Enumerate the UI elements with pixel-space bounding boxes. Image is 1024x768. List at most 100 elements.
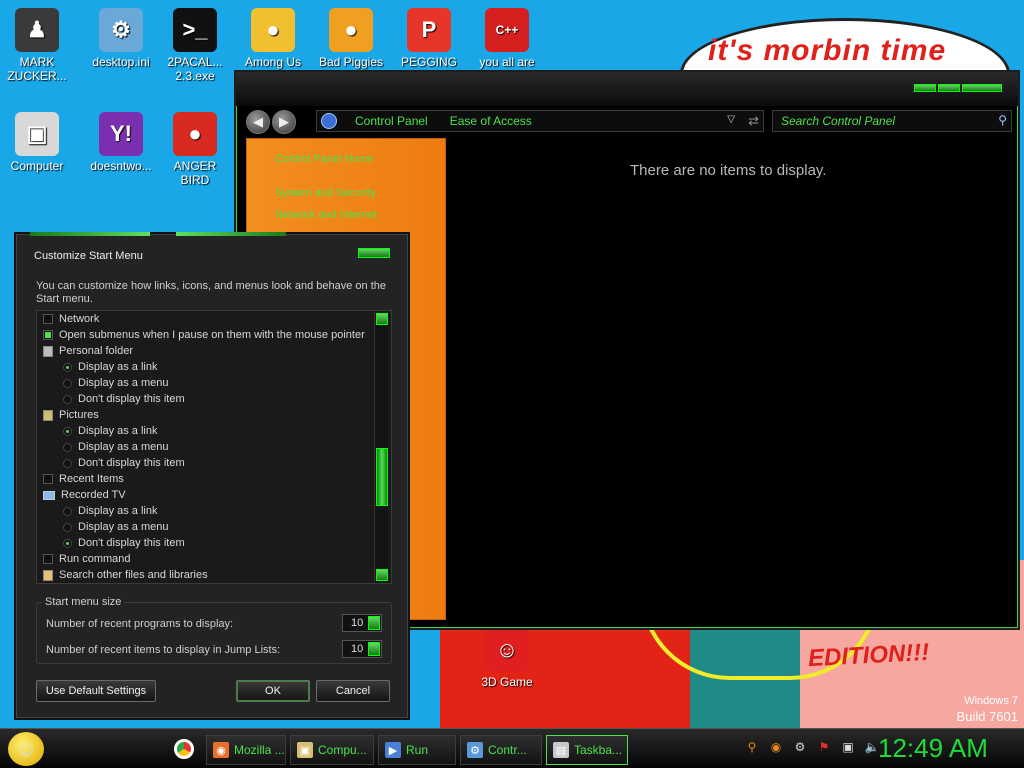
forward-button[interactable]: ▶	[272, 110, 296, 134]
taskbar-item[interactable]: ◉ Mozilla ...	[206, 735, 286, 765]
gear-icon[interactable]: ⚙	[792, 739, 808, 755]
recent-programs-value: 10	[351, 617, 364, 629]
desktop-icon[interactable]: ● Bad Piggies	[314, 8, 388, 69]
radio-option[interactable]: Display as a link	[63, 423, 157, 439]
checkbox-option[interactable]: Run command	[43, 551, 131, 567]
yahoo-icon: Y!	[99, 112, 143, 156]
radio-option[interactable]: Display as a menu	[63, 439, 169, 455]
desktop-icon[interactable]: Y! doesntwo...	[84, 112, 158, 173]
scroll-down-button[interactable]	[376, 569, 388, 581]
search-icon[interactable]: ⚲	[998, 113, 1007, 127]
option-label: Pictures	[59, 409, 99, 421]
option-label: Display as a menu	[78, 521, 169, 533]
jump-list-label: Number of recent items to display in Jum…	[46, 644, 281, 656]
checkbox[interactable]	[43, 474, 53, 484]
desktop-icon[interactable]: >_ 2PACAL... 2.3.exe	[158, 8, 232, 83]
radio-button[interactable]	[63, 458, 72, 468]
taskbar-item[interactable]: ⚙ Contr...	[460, 735, 542, 765]
breadcrumb-control-panel[interactable]: Control Panel	[355, 114, 428, 128]
radio-option[interactable]: Display as a link	[63, 359, 157, 375]
desktop-icon[interactable]: ☺ 3D Game	[470, 628, 544, 689]
dialog-description: You can customize how links, icons, and …	[36, 280, 386, 305]
back-button[interactable]: ◀	[246, 110, 270, 134]
stepper-arrows-icon[interactable]	[368, 642, 380, 656]
dialog-close-button[interactable]	[358, 248, 390, 258]
desktop-icon[interactable]: ● ANGER BIRD	[158, 112, 232, 187]
sidebar-link-home[interactable]: Control Panel Home	[275, 153, 374, 165]
start-menu-options-list[interactable]: Network Open submenus when I pause on the…	[36, 310, 392, 584]
radio-button[interactable]	[63, 362, 72, 372]
desktop-icon[interactable]: C++ you all are	[470, 8, 544, 69]
stepper-arrows-icon[interactable]	[368, 616, 380, 630]
arrow-left-icon: ◀	[253, 114, 263, 129]
radio-option[interactable]: Display as a menu	[63, 519, 169, 535]
radio-option[interactable]: Display as a link	[63, 503, 157, 519]
radio-button[interactable]	[63, 442, 72, 452]
refresh-icon[interactable]: ⇄	[748, 113, 759, 129]
checkbox[interactable]	[43, 554, 53, 564]
radio-option[interactable]: Display as a menu	[63, 375, 169, 391]
chevron-down-icon[interactable]: ▽	[727, 114, 735, 125]
radio-button[interactable]	[63, 378, 72, 388]
desktop-icon[interactable]: ♟ MARK ZUCKER...	[0, 8, 74, 83]
option-group-header: Pictures	[43, 407, 99, 423]
radio-button[interactable]	[63, 394, 72, 404]
close-button[interactable]	[962, 84, 1002, 92]
radio-button[interactable]	[63, 506, 72, 516]
search-icon[interactable]: ⚲	[744, 739, 760, 755]
computer-icon: ▣	[297, 742, 313, 758]
customize-start-menu-dialog[interactable]: Customize Start Menu You can customize h…	[14, 232, 410, 720]
sidebar-link-network-internet[interactable]: Network and Internet	[275, 209, 377, 221]
option-label: Display as a link	[78, 425, 158, 437]
breadcrumb-ease-of-access[interactable]: Ease of Access	[450, 114, 532, 128]
desktop-icon-label: PEGGING	[400, 55, 457, 69]
checkbox[interactable]	[43, 314, 53, 324]
ok-button[interactable]: OK	[236, 680, 310, 702]
taskbar-item[interactable]: ▶ Run	[378, 735, 456, 765]
desktop-icon-label: Bad Piggies	[318, 55, 384, 69]
circle-icon[interactable]: ◉	[768, 739, 784, 755]
radio-option[interactable]: Don't display this item	[63, 535, 185, 551]
control-panel-titlebar[interactable]	[236, 72, 1018, 106]
desktop-icon[interactable]: ▣ Computer	[0, 112, 74, 173]
taskbar: ☺ ◉ Mozilla ... ▣ Compu... ▶ Run ⚙ Contr... ▤ Tas…	[0, 728, 1024, 768]
cancel-button[interactable]: Cancel	[316, 680, 390, 702]
flag-icon[interactable]: ⚑	[816, 739, 832, 755]
desktop-icon[interactable]: P PEGGING	[392, 8, 466, 69]
option-label: Display as a menu	[78, 377, 169, 389]
desktop-icon[interactable]: ● Among Us	[236, 8, 310, 69]
search-input[interactable]: Search Control Panel ⚲	[772, 110, 1012, 132]
firefox-icon: ◉	[213, 742, 229, 758]
radio-button[interactable]	[63, 538, 72, 548]
network-icon[interactable]: ▣	[840, 739, 856, 755]
jump-list-stepper[interactable]: 10	[342, 640, 382, 658]
checkbox[interactable]	[43, 330, 53, 340]
checkbox-option[interactable]: Open submenus when I pause on them with …	[43, 327, 365, 343]
start-button[interactable]: ☺	[8, 732, 44, 766]
checkbox-option[interactable]: Recent Items	[43, 471, 124, 487]
options-scrollbar[interactable]	[374, 312, 388, 582]
recent-programs-stepper[interactable]: 10	[342, 614, 382, 632]
arrow-right-icon: ▶	[279, 114, 289, 129]
desktop-icon[interactable]: ⚙ desktop.ini	[84, 8, 158, 69]
address-bar[interactable]: Control Panel Ease of Access ▽ ⇄	[316, 110, 764, 132]
radio-option[interactable]: Don't display this item	[63, 455, 185, 471]
taskbar-item[interactable]: ▣ Compu...	[290, 735, 374, 765]
radio-button[interactable]	[63, 426, 72, 436]
scroll-up-button[interactable]	[376, 313, 388, 325]
chrome-icon[interactable]	[174, 739, 194, 759]
start-menu-size-title: Start menu size	[42, 596, 125, 608]
radio-button[interactable]	[63, 522, 72, 532]
option-label: Recorded TV	[61, 489, 126, 501]
minimize-button[interactable]	[914, 84, 936, 92]
radio-option[interactable]: Don't display this item	[63, 391, 185, 407]
scrollbar-thumb[interactable]	[376, 448, 388, 506]
taskbar-item[interactable]: ▤ Taskba...	[546, 735, 628, 765]
desktop-icon-label: 3D Game	[481, 675, 533, 689]
maximize-button[interactable]	[938, 84, 960, 92]
taskbar-clock[interactable]: 12:49 AM	[878, 733, 988, 764]
checkbox-option[interactable]: Network	[43, 311, 99, 327]
sidebar-link-system-security[interactable]: System and Security	[275, 187, 376, 199]
use-default-settings-button[interactable]: Use Default Settings	[36, 680, 156, 702]
jump-list-value: 10	[351, 643, 364, 655]
